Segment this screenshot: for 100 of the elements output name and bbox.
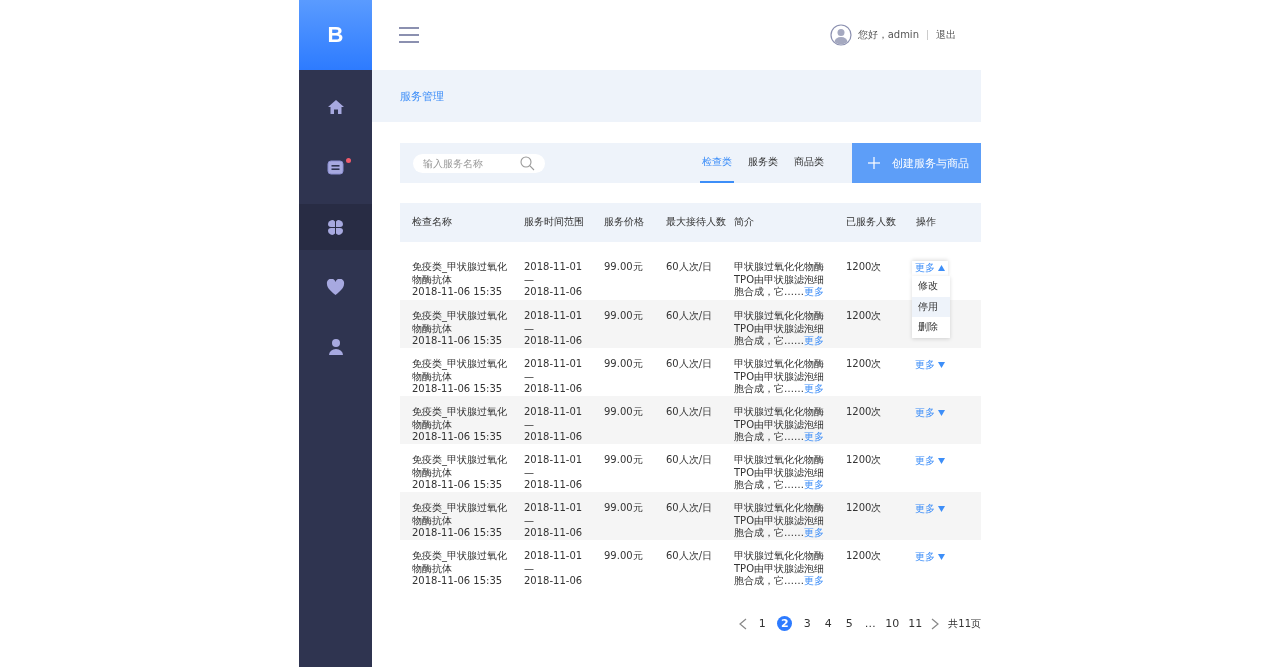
table-cell-text: 免疫类_甲状腺过氧化物酶抗体 2018-11-06 15:35	[411, 406, 508, 444]
category-tab[interactable]: 服务类	[746, 143, 780, 183]
more-link[interactable]: 更多	[804, 479, 824, 490]
more-link[interactable]: 更多	[804, 286, 824, 297]
table-cell-text: 99.00元	[603, 261, 644, 274]
table-cell-text: 99.00元	[603, 310, 644, 323]
caret-icon	[938, 506, 945, 513]
more-link[interactable]: 更多	[804, 431, 824, 442]
table-cell-text: 1200次	[845, 406, 883, 419]
table-cell-text: 99.00元	[603, 454, 644, 467]
home-icon	[326, 99, 345, 115]
search-icon[interactable]	[520, 155, 535, 171]
page-button[interactable]: 11	[908, 616, 923, 631]
table-cell-text: 免疫类_甲状腺过氧化物酶抗体 2018-11-06 15:35	[411, 502, 508, 540]
logout-link[interactable]: 退出	[936, 28, 956, 42]
table-cell-text: 99.00元	[603, 406, 644, 419]
table-cell: —	[524, 418, 534, 431]
table-cell-text: 免疫类_甲状腺过氧化物酶抗体 2018-11-06 15:35	[411, 454, 508, 492]
category-tab[interactable]: 商品类	[792, 143, 826, 183]
column-header: 简介	[733, 216, 755, 229]
menu-icon[interactable]	[399, 27, 419, 43]
column-header: 服务时间范围	[523, 216, 585, 229]
create-button[interactable]: 创建服务与商品	[852, 143, 981, 183]
more-link[interactable]: 更多	[804, 575, 824, 586]
caret-icon	[938, 362, 945, 369]
table-cell: 2018-11-06	[524, 527, 583, 540]
caret-icon	[938, 458, 945, 465]
column-header: 检查名称	[411, 216, 453, 229]
page-button[interactable]: 5	[843, 616, 856, 631]
table-cell-text: 99.00元	[603, 550, 644, 563]
caret-icon	[938, 410, 945, 417]
more-link[interactable]: 更多	[804, 383, 824, 394]
more-dropdown[interactable]: 更多	[912, 454, 948, 469]
table-cell-text: 1200次	[845, 502, 883, 515]
table-cell-text: 甲状腺过氧化化物酶TPO由甲状腺滤泡细胞合成，它……更多	[734, 550, 825, 588]
table-cell-text: 60人次/日	[665, 261, 714, 274]
table-cell: —	[524, 562, 534, 575]
table-cell: —	[524, 322, 534, 335]
menu-item[interactable]: 修改	[912, 276, 950, 297]
more-dropdown[interactable]: 更多	[912, 358, 948, 373]
table-cell: 2018-11-01	[524, 406, 583, 419]
table-cell: 2018-11-01	[524, 261, 583, 274]
table-cell: 2018-11-06	[524, 286, 583, 299]
table-cell-text: 甲状腺过氧化化物酶TPO由甲状腺滤泡细胞合成，它……更多	[734, 502, 825, 540]
next-icon[interactable]	[931, 617, 940, 630]
table-cell-text: 免疫类_甲状腺过氧化物酶抗体 2018-11-06 15:35	[411, 358, 508, 396]
caret-icon	[938, 554, 945, 561]
search-field[interactable]: 输入服务名称	[413, 153, 545, 173]
table-cell: 2018-11-01	[524, 550, 583, 563]
table-cell-text: 99.00元	[603, 502, 644, 515]
page-button[interactable]: 3	[801, 616, 814, 631]
table-cell: 2018-11-06	[524, 335, 583, 348]
caret-icon	[938, 265, 945, 272]
message-icon	[327, 159, 344, 175]
page-button[interactable]: 10	[885, 616, 900, 631]
table-cell-text: 1200次	[845, 310, 883, 323]
table-cell: 2018-11-06	[524, 479, 583, 492]
more-dropdown[interactable]: 更多	[912, 550, 948, 565]
table-cell-text: 60人次/日	[665, 406, 714, 419]
column-header: 已服务人数	[845, 216, 897, 229]
table-cell-text: 1200次	[845, 358, 883, 371]
page-button[interactable]: 4	[822, 616, 835, 631]
plus-icon	[868, 157, 880, 169]
page-button[interactable]: 1	[756, 616, 769, 631]
more-link[interactable]: 更多	[804, 335, 824, 346]
heart-icon	[326, 278, 345, 296]
table-cell-text: 甲状腺过氧化化物酶TPO由甲状腺滤泡细胞合成，它……更多	[734, 406, 825, 444]
logo: B	[299, 0, 372, 70]
table-cell-text: 1200次	[845, 550, 883, 563]
menu-item[interactable]: 删除	[912, 317, 950, 338]
table-cell-text: 免疫类_甲状腺过氧化物酶抗体 2018-11-06 15:35	[411, 310, 508, 348]
table-cell: 2018-11-01	[524, 454, 583, 467]
table-cell-text: 免疫类_甲状腺过氧化物酶抗体 2018-11-06 15:35	[411, 550, 508, 588]
table-cell: —	[524, 370, 534, 383]
table-cell-text: 甲状腺过氧化化物酶TPO由甲状腺滤泡细胞合成，它……更多	[734, 310, 825, 348]
more-dropdown[interactable]: 更多	[912, 502, 948, 517]
table-cell-text: 1200次	[845, 454, 883, 467]
category-tab[interactable]: 检查类	[700, 143, 734, 183]
table-cell-text: 甲状腺过氧化化物酶TPO由甲状腺滤泡细胞合成，它……更多	[734, 261, 825, 299]
column-header: 最大接待人数	[665, 216, 727, 229]
greeting-text: 您好，admin	[857, 28, 919, 42]
table-cell: —	[524, 273, 534, 286]
table-cell-text: 甲状腺过氧化化物酶TPO由甲状腺滤泡细胞合成，它……更多	[734, 358, 825, 396]
table-cell-text: 60人次/日	[665, 310, 714, 323]
previous-icon[interactable]	[739, 617, 748, 630]
column-header: 操作	[915, 216, 937, 229]
page-button[interactable]: 2	[777, 616, 793, 631]
breadcrumb-text: 服务管理	[400, 88, 444, 104]
table-cell: 2018-11-01	[524, 358, 583, 371]
more-link[interactable]: 更多	[804, 527, 824, 538]
page-button[interactable]: …	[864, 616, 877, 631]
menu-item[interactable]: 停用	[912, 296, 950, 317]
avatar-icon	[829, 24, 852, 46]
more-dropdown[interactable]: 更多	[912, 261, 948, 276]
table-cell: 2018-11-01	[524, 310, 583, 323]
more-dropdown[interactable]: 更多	[912, 406, 948, 421]
sidebar-item[interactable]	[299, 204, 372, 250]
table-cell-text: 60人次/日	[665, 454, 714, 467]
grid-icon	[327, 218, 344, 236]
table-cell: 2018-11-06	[524, 383, 583, 396]
